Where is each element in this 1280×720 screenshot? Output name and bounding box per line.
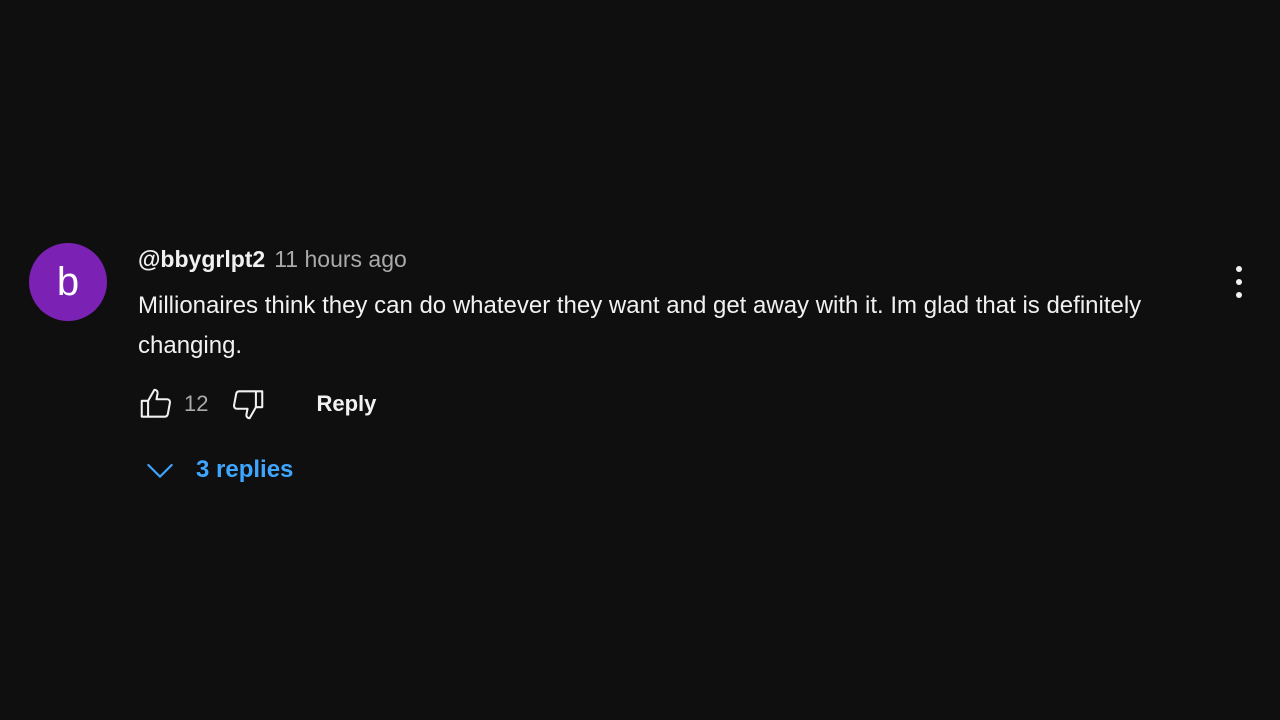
like-button[interactable]: [134, 382, 178, 426]
replies-count-label: 3 replies: [196, 456, 294, 483]
comment-text: Millionaires think they can do whatever …: [138, 292, 1142, 359]
thumbs-down-icon: [233, 390, 264, 420]
avatar-letter: b: [56, 260, 80, 304]
dislike-button[interactable]: [226, 382, 270, 426]
reply-button[interactable]: Reply: [312, 385, 380, 423]
avatar[interactable]: b: [29, 243, 107, 321]
comment-header: @bbygrlpt2 11 hours ago: [138, 246, 407, 273]
comment-timestamp[interactable]: 11 hours ago: [274, 246, 407, 273]
chevron-down-icon: [147, 463, 173, 478]
view-replies-button[interactable]: 3 replies: [140, 448, 293, 492]
more-vert-icon: [1236, 266, 1242, 298]
like-count: 12: [184, 391, 209, 416]
author-name[interactable]: @bbygrlpt2: [138, 246, 265, 273]
thumbs-up-icon: [140, 388, 172, 418]
comment-thread: b @bbygrlpt2 11 hours ago Millionaires t…: [0, 0, 1280, 720]
comment-toolbar: 12 Reply: [134, 382, 380, 426]
comment-menu-button[interactable]: [1217, 260, 1261, 304]
